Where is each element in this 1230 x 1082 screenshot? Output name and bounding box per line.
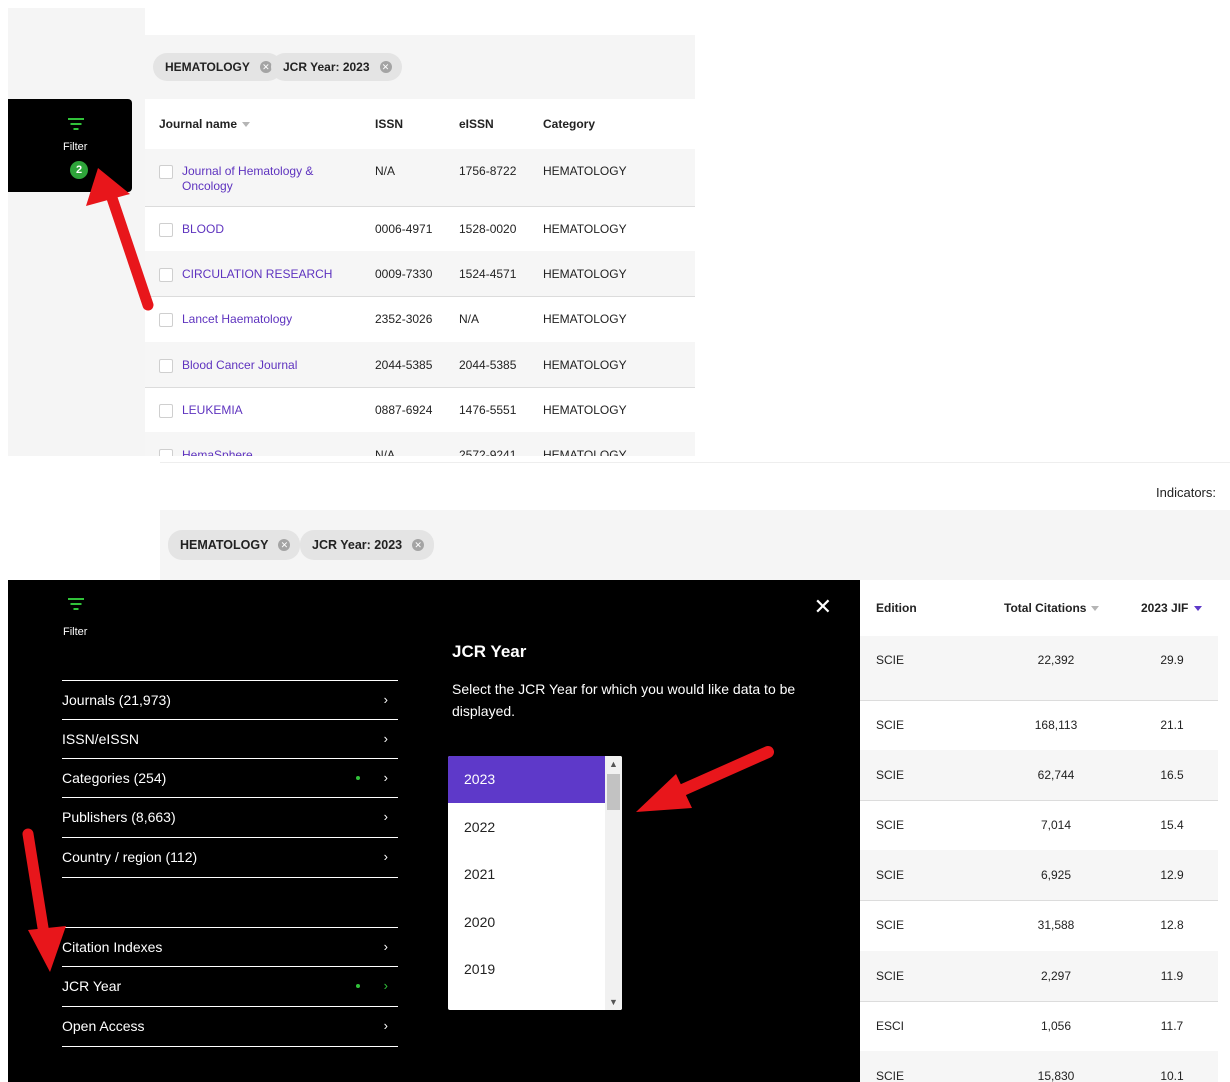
- annotation-arrows: [22, 746, 774, 972]
- top-screenshot-panel: HEMATOLOGY ✕ JCR Year: 2023 ✕ Filter 2 J…: [0, 0, 700, 456]
- annotation-arrow: [86, 168, 154, 311]
- bottom-screenshot-panel: Indicators: HEMATOLOGY ✕ JCR Year: 2023 …: [0, 456, 1230, 1082]
